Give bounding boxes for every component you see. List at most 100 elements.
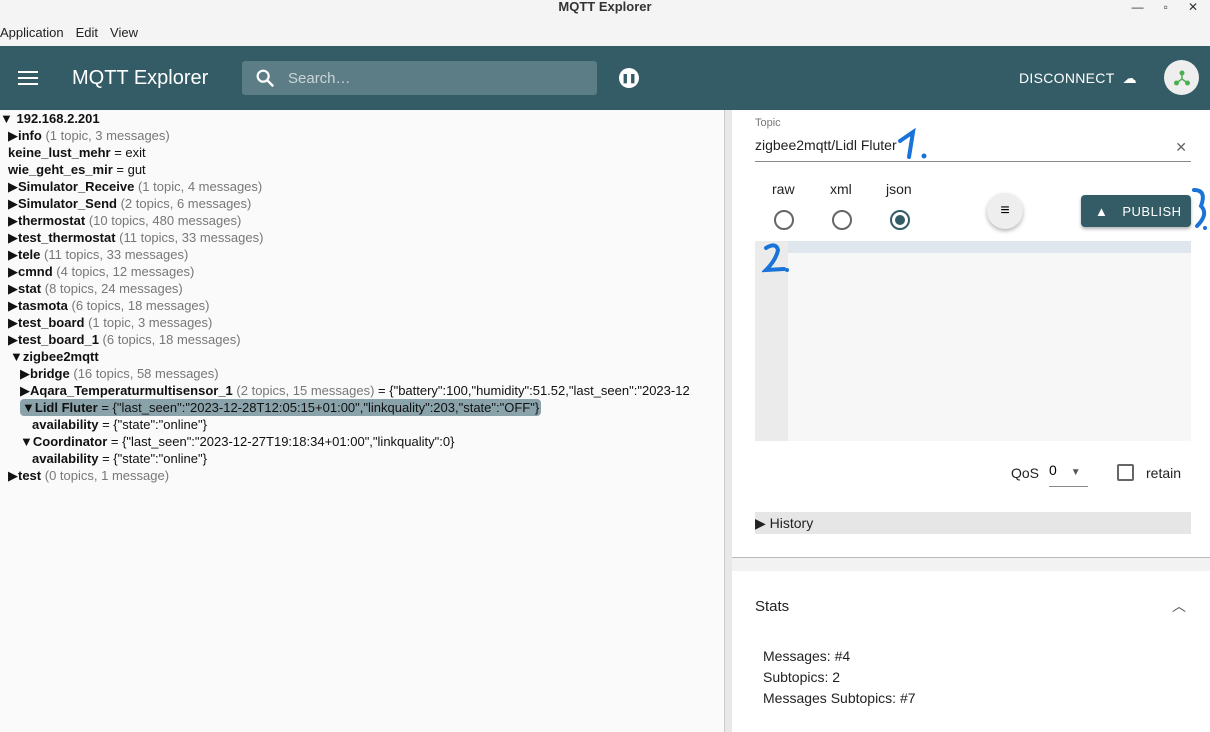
tree-node[interactable]: ▶tasmota (6 topics, 18 messages) — [0, 297, 724, 314]
topic-meta: (2 topics, 6 messages) — [120, 196, 252, 211]
format-json-label: json — [886, 181, 912, 197]
payload-editor[interactable] — [755, 241, 1191, 441]
tree-node[interactable]: ▶cmnd (4 topics, 12 messages) — [0, 263, 724, 280]
expand-arrow-icon[interactable]: ▶ — [20, 366, 30, 381]
menu-edit[interactable]: Edit — [76, 22, 98, 46]
tree-node[interactable]: ▶Simulator_Send (2 topics, 6 messages) — [0, 195, 724, 212]
maximize-icon[interactable]: ▫ — [1164, 0, 1168, 14]
pause-icon[interactable]: ❚❚ — [619, 68, 639, 88]
topic-value: = {"state":"online"} — [98, 417, 207, 432]
format-json-radio[interactable] — [890, 210, 910, 230]
expand-arrow-icon[interactable]: ▶ — [8, 332, 18, 347]
topic-value: = {"last_seen":"2023-12-27T19:18:34+01:0… — [107, 434, 455, 449]
topic-name: keine_lust_mehr — [8, 145, 111, 160]
minimize-icon[interactable]: — — [1132, 0, 1144, 14]
editor-gutter — [755, 241, 788, 441]
topic-meta: (0 topics, 1 message) — [44, 468, 170, 483]
topic-meta: (4 topics, 12 messages) — [56, 264, 195, 279]
expand-arrow-icon[interactable]: ▶ — [8, 196, 18, 211]
tree-node[interactable]: keine_lust_mehr = exit — [0, 144, 724, 161]
tree-node[interactable]: ▶test_board (1 topic, 3 messages) — [0, 314, 724, 331]
expand-arrow-icon[interactable]: ▶ — [8, 247, 18, 262]
close-window-icon[interactable]: ✕ — [1188, 0, 1198, 14]
disconnect-button[interactable]: DISCONNECT ☁ — [1019, 70, 1137, 87]
topic-name: bridge — [30, 366, 70, 381]
tree-node[interactable]: wie_geht_es_mir = gut — [0, 161, 724, 178]
topic-meta: (10 topics, 480 messages) — [88, 213, 242, 228]
avatar[interactable] — [1164, 60, 1199, 95]
disconnect-label: DISCONNECT — [1019, 70, 1115, 86]
menubar: Application Edit View — [0, 22, 1210, 46]
expand-arrow-icon[interactable]: ▶ — [8, 281, 18, 296]
expand-arrow-icon[interactable]: ▶ — [8, 315, 18, 330]
topic-value: = exit — [110, 145, 146, 160]
tree-node[interactable]: ▶stat (8 topics, 24 messages) — [0, 280, 724, 297]
connection-icon — [1173, 70, 1190, 85]
tree-node[interactable]: ▶test_board_1 (6 topics, 18 messages) — [0, 331, 724, 348]
topic-name: tasmota — [18, 298, 68, 313]
broker-host: 192.168.2.201 — [16, 111, 100, 126]
topic-name: zigbee2mqtt — [22, 349, 99, 364]
topic-name: test_board_1 — [18, 332, 99, 347]
tree-node[interactable]: ▶info (1 topic, 3 messages) — [0, 127, 724, 144]
qos-select[interactable]: 0 ▼ — [1049, 462, 1088, 487]
tree-node[interactable]: ▶test_thermostat (11 topics, 33 messages… — [0, 229, 724, 246]
tree-node[interactable]: ▶Aqara_Temperaturmultisensor_1 (2 topics… — [0, 382, 724, 399]
expand-arrow-icon[interactable]: ▼ — [10, 349, 23, 364]
format-raw-radio[interactable] — [774, 210, 794, 230]
expand-arrow-icon[interactable]: ▶ — [8, 298, 18, 313]
topic-name: thermostat — [18, 213, 86, 228]
expand-arrow-icon[interactable]: ▶ — [8, 264, 18, 279]
topic-name: test_board — [18, 315, 85, 330]
expand-arrow-icon[interactable]: ▶ — [8, 179, 18, 194]
tree-root[interactable]: ▼ 192.168.2.201 — [0, 110, 724, 127]
tree-node[interactable]: ▶bridge (16 topics, 58 messages) — [0, 365, 724, 382]
topic-value: = {"last_seen":"2023-12-28T12:05:15+01:0… — [97, 400, 540, 415]
tree-node[interactable]: availability = {"state":"online"} — [0, 450, 724, 467]
pane-resize-handle[interactable] — [724, 110, 732, 732]
tree-node[interactable]: ▼zigbee2mqtt — [0, 348, 724, 365]
chevron-up-icon[interactable]: ︿ — [1172, 596, 1186, 616]
topic-meta: (16 topics, 58 messages) — [73, 366, 219, 381]
clear-icon[interactable]: ✕ — [1175, 139, 1187, 156]
menu-icon[interactable] — [18, 71, 38, 85]
topic-input[interactable]: zigbee2mqtt/Lidl Fluter ✕ — [755, 137, 1191, 162]
topic-label: Topic — [755, 117, 781, 129]
tree-node[interactable]: ▶Simulator_Receive (1 topic, 4 messages) — [0, 178, 724, 195]
topic-meta: (2 topics, 15 messages) — [236, 383, 375, 398]
history-toggle[interactable]: ▶ History — [755, 512, 1191, 534]
format-xml-radio[interactable] — [832, 210, 852, 230]
search-input[interactable] — [288, 69, 578, 87]
topic-name: Coordinator — [32, 434, 108, 449]
expand-arrow-icon[interactable]: ▶ — [8, 230, 18, 245]
topic-name: wie_geht_es_mir — [8, 162, 113, 177]
retain-checkbox[interactable] — [1117, 464, 1134, 481]
topic-meta: (6 topics, 18 messages) — [102, 332, 241, 347]
menu-application[interactable]: Application — [0, 22, 64, 46]
format-json-icon[interactable]: ≡ — [987, 193, 1023, 229]
expand-arrow-icon[interactable]: ▶ — [8, 128, 18, 143]
expand-arrow-icon[interactable]: ▶ — [20, 383, 30, 398]
retain-label: retain — [1146, 465, 1182, 481]
editor-active-line — [788, 241, 1191, 253]
tree-node[interactable]: ▶thermostat (10 topics, 480 messages) — [0, 212, 724, 229]
selected-node-highlight: ▼Lidl Fluter = {"last_seen":"2023-12-28T… — [20, 399, 542, 416]
expand-arrow-icon[interactable]: ▼ — [20, 434, 33, 449]
topic-meta: (1 topic, 4 messages) — [137, 179, 263, 194]
tree-node[interactable]: ▶tele (11 topics, 33 messages) — [0, 246, 724, 263]
expand-arrow-icon[interactable]: ▶ — [8, 468, 18, 483]
topic-meta: (11 topics, 33 messages) — [44, 247, 189, 262]
tree-node[interactable]: ▼Lidl Fluter = {"last_seen":"2023-12-28T… — [0, 399, 724, 416]
expand-arrow-icon[interactable]: ▶ — [8, 213, 18, 228]
tree-node[interactable]: ▶test (0 topics, 1 message) — [0, 467, 724, 484]
tree-node[interactable]: ▼Coordinator = {"last_seen":"2023-12-27T… — [0, 433, 724, 450]
publish-button[interactable]: ▲ PUBLISH — [1081, 195, 1191, 227]
qos-value: 0 — [1049, 462, 1057, 478]
menu-view[interactable]: View — [110, 22, 138, 46]
qos-label: QoS — [1011, 465, 1040, 481]
tree-node[interactable]: availability = {"state":"online"} — [0, 416, 724, 433]
topic-tree[interactable]: ▼ 192.168.2.201 ▶info (1 topic, 3 messag… — [0, 110, 724, 732]
expand-arrow-icon[interactable]: ▼ — [22, 400, 35, 415]
topic-name: Simulator_Receive — [18, 179, 135, 194]
search-box[interactable] — [242, 61, 597, 95]
